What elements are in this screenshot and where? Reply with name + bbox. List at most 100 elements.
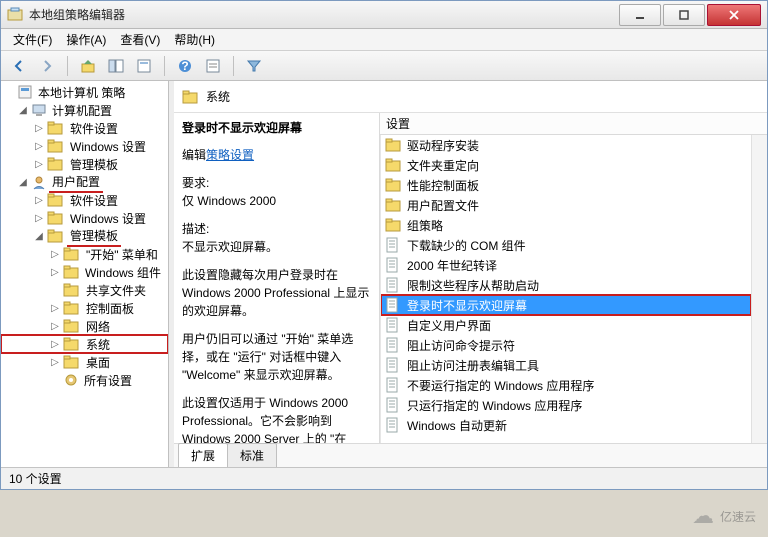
filter-button[interactable] bbox=[242, 54, 266, 78]
tree-user-config[interactable]: ◢用户配置 bbox=[1, 173, 168, 191]
collapse-icon[interactable]: ◢ bbox=[33, 231, 45, 242]
menu-view[interactable]: 查看(V) bbox=[114, 29, 166, 50]
list-item[interactable]: 登录时不显示欢迎屏幕 bbox=[381, 295, 751, 315]
tree-computer-config[interactable]: ◢计算机配置 bbox=[1, 101, 168, 119]
list-item[interactable]: 性能控制面板 bbox=[381, 175, 751, 195]
list-item-label: 不要运行指定的 Windows 应用程序 bbox=[407, 377, 594, 394]
tree-pane[interactable]: 本地计算机 策略 ◢计算机配置 ▷软件设置 ▷Windows 设置 ▷管理模板 … bbox=[1, 81, 169, 467]
list-item[interactable]: 阻止访问注册表编辑工具 bbox=[381, 355, 751, 375]
expand-icon[interactable]: ▷ bbox=[49, 267, 61, 278]
tree-admin-templates[interactable]: ◢管理模板 bbox=[1, 227, 168, 245]
minimize-button[interactable] bbox=[619, 4, 661, 26]
expand-icon[interactable]: ▷ bbox=[49, 357, 61, 368]
forward-button[interactable] bbox=[35, 54, 59, 78]
tree-item[interactable]: 共享文件夹 bbox=[1, 281, 168, 299]
menu-action[interactable]: 操作(A) bbox=[60, 29, 112, 50]
window-title: 本地组策略编辑器 bbox=[29, 6, 617, 23]
setting-icon bbox=[385, 317, 401, 333]
folder-icon bbox=[385, 197, 401, 213]
folder-icon bbox=[47, 138, 65, 154]
tree-item[interactable]: ▷Windows 设置 bbox=[1, 209, 168, 227]
titlebar: 本地组策略编辑器 bbox=[1, 1, 767, 29]
list-item[interactable]: 组策略 bbox=[381, 215, 751, 235]
list-body[interactable]: 驱动程序安装文件夹重定向性能控制面板用户配置文件组策略下载缺少的 COM 组件2… bbox=[380, 135, 751, 443]
back-button[interactable] bbox=[7, 54, 31, 78]
setting-icon bbox=[385, 397, 401, 413]
computer-icon bbox=[31, 102, 47, 118]
expand-icon[interactable]: ▷ bbox=[49, 339, 61, 350]
list-item[interactable]: 文件夹重定向 bbox=[381, 155, 751, 175]
collapse-icon[interactable]: ◢ bbox=[17, 177, 29, 188]
main-window: 本地组策略编辑器 文件(F) 操作(A) 查看(V) 帮助(H) ? 本地计算机… bbox=[0, 0, 768, 490]
folder-icon bbox=[63, 264, 80, 280]
menu-file[interactable]: 文件(F) bbox=[7, 29, 58, 50]
status-bar: 10 个设置 bbox=[1, 467, 767, 489]
status-text: 10 个设置 bbox=[9, 470, 62, 487]
list-item-label: 性能控制面板 bbox=[407, 177, 479, 194]
settings-icon bbox=[63, 372, 79, 388]
help-button[interactable]: ? bbox=[173, 54, 197, 78]
list-item[interactable]: 下载缺少的 COM 组件 bbox=[381, 235, 751, 255]
expand-icon[interactable]: ▷ bbox=[49, 303, 61, 314]
list-item[interactable]: 限制这些程序从帮助启动 bbox=[381, 275, 751, 295]
list-item[interactable]: Windows 自动更新 bbox=[381, 415, 751, 435]
tree-system[interactable]: ▷系统 bbox=[1, 335, 168, 353]
tree-item[interactable]: ▷桌面 bbox=[1, 353, 168, 371]
info-title: 登录时不显示欢迎屏幕 bbox=[182, 119, 371, 136]
tab-extended[interactable]: 扩展 bbox=[178, 443, 228, 467]
folder-icon bbox=[182, 89, 200, 105]
folder-icon bbox=[47, 120, 65, 136]
edit-policy-link[interactable]: 策略设置 bbox=[206, 148, 254, 162]
tab-standard[interactable]: 标准 bbox=[227, 443, 277, 467]
list-item[interactable]: 驱动程序安装 bbox=[381, 135, 751, 155]
list-item[interactable]: 阻止访问命令提示符 bbox=[381, 335, 751, 355]
tree-item[interactable]: ▷软件设置 bbox=[1, 191, 168, 209]
expand-icon[interactable]: ▷ bbox=[33, 123, 45, 134]
tree-item[interactable]: ▷管理模板 bbox=[1, 155, 168, 173]
collapse-icon[interactable]: ◢ bbox=[17, 105, 29, 116]
list-item[interactable]: 2000 年世纪转译 bbox=[381, 255, 751, 275]
toolbar: ? bbox=[1, 51, 767, 81]
list-item[interactable]: 不要运行指定的 Windows 应用程序 bbox=[381, 375, 751, 395]
list-item-label: 自定义用户界面 bbox=[407, 317, 491, 334]
tree-all-settings[interactable]: 所有设置 bbox=[1, 371, 168, 389]
expand-icon[interactable]: ▷ bbox=[33, 159, 45, 170]
tree-item[interactable]: ▷软件设置 bbox=[1, 119, 168, 137]
menu-help[interactable]: 帮助(H) bbox=[168, 29, 221, 50]
list-item-label: 文件夹重定向 bbox=[407, 157, 479, 174]
folder-icon bbox=[47, 210, 65, 226]
expand-icon[interactable]: ▷ bbox=[49, 249, 61, 260]
folder-icon bbox=[63, 246, 81, 262]
tree-item[interactable]: ▷网络 bbox=[1, 317, 168, 335]
list-item[interactable]: 只运行指定的 Windows 应用程序 bbox=[381, 395, 751, 415]
list-item-label: 下载缺少的 COM 组件 bbox=[407, 237, 526, 254]
tree-item[interactable]: ▷控制面板 bbox=[1, 299, 168, 317]
policy-icon bbox=[17, 84, 33, 100]
scrollbar[interactable] bbox=[751, 135, 767, 443]
setting-icon bbox=[385, 277, 401, 293]
expand-icon[interactable]: ▷ bbox=[33, 141, 45, 152]
tree-item[interactable]: ▷Windows 设置 bbox=[1, 137, 168, 155]
separator bbox=[164, 56, 165, 76]
list-item-label: 组策略 bbox=[407, 217, 443, 234]
expand-icon[interactable]: ▷ bbox=[33, 195, 45, 206]
maximize-button[interactable] bbox=[663, 4, 705, 26]
watermark: ☁ 亿速云 bbox=[692, 503, 756, 529]
list-header[interactable]: 设置 bbox=[380, 113, 767, 135]
up-button[interactable] bbox=[76, 54, 100, 78]
tree-item[interactable]: ▷Windows 组件 bbox=[1, 263, 168, 281]
list-item-label: Windows 自动更新 bbox=[407, 417, 507, 434]
list-item[interactable]: 自定义用户界面 bbox=[381, 315, 751, 335]
expand-icon[interactable]: ▷ bbox=[33, 213, 45, 224]
properties-button[interactable] bbox=[132, 54, 156, 78]
tree-root[interactable]: 本地计算机 策略 bbox=[1, 83, 168, 101]
list-item[interactable]: 用户配置文件 bbox=[381, 195, 751, 215]
expand-icon[interactable]: ▷ bbox=[49, 321, 61, 332]
tree-item[interactable]: ▷"开始" 菜单和 bbox=[1, 245, 168, 263]
list-item-label: 驱动程序安装 bbox=[407, 137, 479, 154]
close-button[interactable] bbox=[707, 4, 761, 26]
separator bbox=[67, 56, 68, 76]
setting-icon bbox=[385, 357, 401, 373]
options-button[interactable] bbox=[201, 54, 225, 78]
show-hide-tree-button[interactable] bbox=[104, 54, 128, 78]
